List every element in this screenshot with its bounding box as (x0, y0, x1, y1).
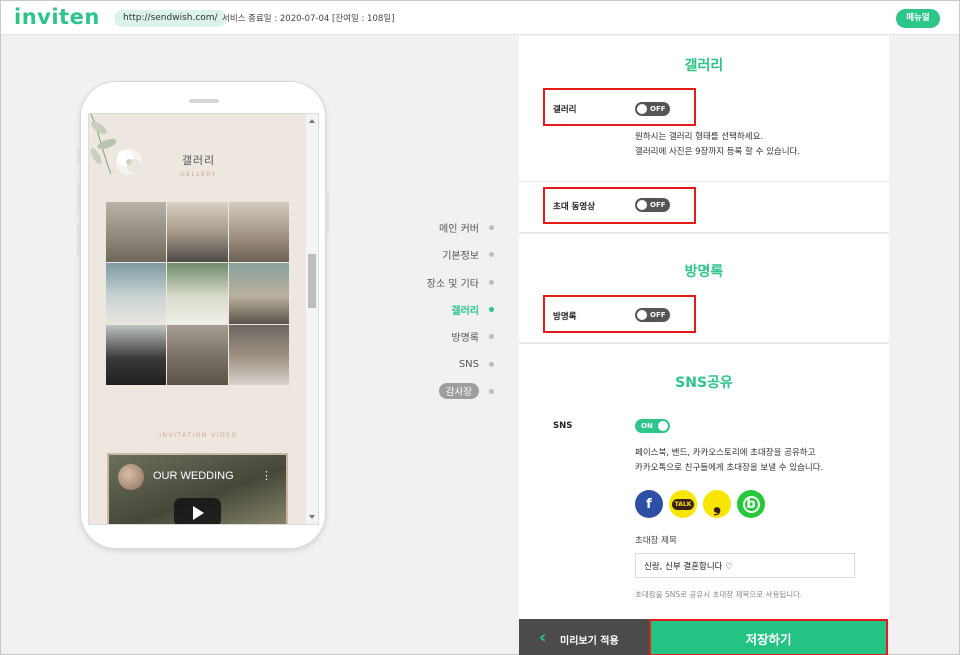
gallery-photo[interactable] (167, 324, 228, 385)
toggle-knob (658, 421, 668, 431)
nav-item-label: 장소 및 기타 (426, 278, 479, 290)
divider (519, 181, 889, 182)
phone-side-button (77, 224, 80, 256)
service-end-date: 서비스 종료일 : 2020-07-04 [잔여일 : 108일] (222, 14, 395, 24)
toggle-knob (637, 310, 647, 320)
nav-item-label: 갤러리 (451, 305, 479, 317)
phone-screen[interactable]: 갤러리 GELLERY INVITATION VIDEO OUR WEDDING… (88, 113, 319, 525)
more-options-icon[interactable]: ⋮ (261, 469, 272, 482)
inviten-logo[interactable]: inviten (14, 5, 100, 29)
gallery-photo[interactable] (228, 263, 289, 324)
video-player[interactable]: OUR WEDDING ⋮ (107, 453, 288, 524)
nav-item-label: SNS (458, 358, 479, 370)
gallery-photo[interactable] (228, 324, 289, 385)
kakaotalk-icon-glyph: TALK (671, 498, 695, 510)
toggle-state: OFF (650, 311, 666, 319)
nav-item-label: 기본정보 (442, 250, 479, 262)
kakaostory-icon[interactable]: ❟ (703, 490, 731, 518)
gallery-photo[interactable] (167, 202, 228, 263)
scroll-thumb[interactable] (308, 254, 316, 308)
guestbook-toggle-label: 방명록 (553, 312, 577, 322)
preview-gallery-subtitle: GELLERY (180, 171, 217, 178)
nav-dot-icon (489, 306, 494, 312)
nav-item-label: 방명록 (451, 332, 479, 344)
nav-item-main-cover[interactable]: 메인 커버 (439, 219, 494, 235)
toggle-knob (637, 104, 647, 114)
nav-item-thanks[interactable]: 감사장 (438, 383, 494, 399)
gallery-toggle-label: 갤러리 (553, 105, 577, 115)
sns-description: 페이스북, 밴드, 카카오스토리에 초대장을 공유하고 카카오톡으로 친구들에게… (635, 446, 823, 476)
phone-side-button (77, 182, 80, 214)
gallery-photo[interactable] (167, 263, 228, 324)
gallery-photo[interactable] (106, 324, 167, 385)
gallery-photo[interactable] (106, 202, 167, 263)
video-title: OUR WEDDING (153, 470, 234, 482)
section-divider (519, 342, 889, 344)
invitation-title-hint: 초대장을 SNS로 공유시 초대장 제목으로 사용됩니다. (635, 590, 803, 599)
nav-item-gallery[interactable]: 갤러리 (451, 301, 494, 317)
settings-panel: 갤러리 갤러리 OFF 원하시는 갤러리 형태를 선택하세요. 갤러리에 사진은… (519, 36, 889, 619)
nav-item-sns[interactable]: SNS (459, 356, 494, 372)
kakaotalk-icon[interactable]: TALK (669, 490, 697, 518)
band-icon[interactable]: b (737, 490, 765, 518)
site-url-pill[interactable]: http://sendwish.com/ (114, 10, 227, 27)
play-button-icon[interactable] (174, 498, 221, 524)
video-toggle-label: 초대 동영상 (553, 202, 596, 212)
guestbook-section-title: 방명록 (684, 264, 724, 280)
scroll-up-icon[interactable] (309, 119, 315, 123)
section-divider (519, 232, 889, 234)
facebook-icon[interactable]: f (635, 490, 663, 518)
gallery-desc-line: 원하시는 갤러리 형태를 선택하세요. (635, 132, 764, 142)
kakaostory-icon-glyph: ❟ (713, 492, 721, 516)
nav-item-location[interactable]: 장소 및 기타 (427, 274, 494, 290)
toggle-state: OFF (650, 105, 666, 113)
scroll-down-icon[interactable] (309, 515, 315, 519)
nav-item-label: 메인 커버 (439, 223, 479, 235)
gallery-photo[interactable] (228, 202, 289, 263)
invitation-title-label: 초대장 제목 (635, 536, 677, 546)
nav-item-guestbook[interactable]: 방명록 (451, 328, 494, 344)
chevron-left-icon: ‹ (539, 627, 547, 648)
video-avatar (118, 464, 144, 490)
nav-dot-icon (489, 361, 494, 367)
invitation-title-input[interactable] (635, 553, 855, 578)
photo-grid (106, 202, 289, 385)
gallery-section-title: 갤러리 (684, 58, 724, 74)
sns-section-title: SNS공유 (675, 375, 733, 391)
top-header: inviten http://sendwish.com/ 서비스 종료일 : 2… (1, 1, 959, 35)
phone-preview: 갤러리 GELLERY INVITATION VIDEO OUR WEDDING… (77, 81, 329, 549)
nav-dot-icon (489, 388, 494, 394)
sns-toggle[interactable]: ON (635, 419, 670, 433)
toggle-knob (637, 200, 647, 210)
phone-side-button (326, 194, 329, 234)
video-toggle[interactable]: OFF (635, 198, 670, 212)
apply-preview-label: 미리보기 적용 (560, 636, 619, 647)
nav-item-basic-info[interactable]: 기본정보 (442, 246, 494, 262)
gallery-description: 원하시는 갤러리 형태를 선택하세요. 갤러리에 사진은 9장까지 등록 할 수… (635, 130, 800, 160)
gallery-toggle[interactable]: OFF (635, 102, 670, 116)
preview-gallery-title: 갤러리 (181, 154, 216, 167)
gallery-photo[interactable] (106, 263, 167, 324)
manual-button[interactable]: 메뉴얼 (896, 9, 940, 28)
sns-toggle-label: SNS (553, 421, 573, 431)
toggle-state: OFF (650, 201, 666, 209)
nav-item-label: 감사장 (438, 383, 479, 399)
preview-video-label: INVITATION VIDEO (159, 432, 238, 439)
phone-speaker (189, 99, 219, 103)
apply-preview-button[interactable]: ‹ 미리보기 적용 (519, 619, 649, 655)
nav-dot-icon (489, 251, 494, 257)
save-button[interactable]: 저장하기 (649, 619, 888, 655)
sns-desc-line: 페이스북, 밴드, 카카오스토리에 초대장을 공유하고 (635, 448, 816, 458)
facebook-icon-glyph: f (646, 496, 652, 512)
nav-dot-icon (489, 279, 494, 285)
preview-scrollbar[interactable] (306, 114, 318, 524)
phone-side-button (77, 148, 80, 164)
guestbook-toggle[interactable]: OFF (635, 308, 670, 322)
band-icon-glyph: b (742, 495, 760, 513)
nav-dot-icon (489, 333, 494, 339)
nav-dot-icon (489, 224, 494, 230)
gallery-desc-line: 갤러리에 사진은 9장까지 등록 할 수 있습니다. (635, 147, 801, 157)
sns-desc-line: 카카오톡으로 친구들에게 초대장을 보낼 수 있습니다. (635, 463, 824, 473)
toggle-state: ON (641, 422, 653, 430)
